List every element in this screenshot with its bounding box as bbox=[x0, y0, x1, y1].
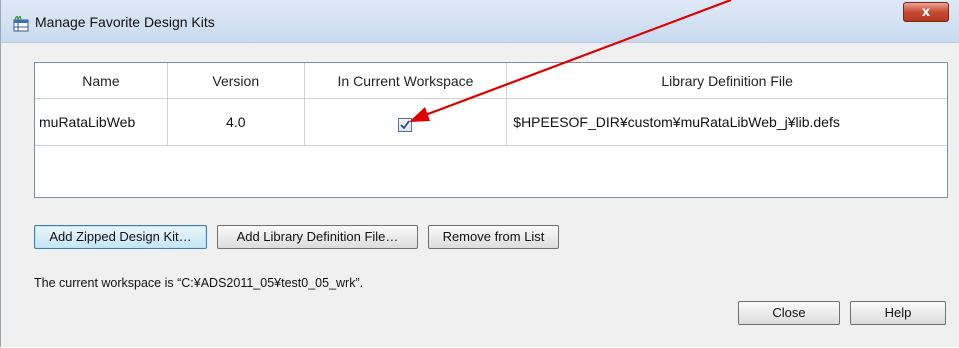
annotation-arrow-icon bbox=[409, 0, 732, 122]
